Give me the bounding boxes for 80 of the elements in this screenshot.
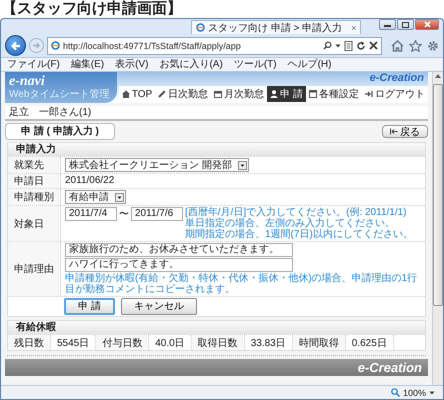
calendar-icon <box>214 90 222 98</box>
menu-item[interactable]: 編集(E) <box>70 58 104 70</box>
address-field[interactable]: http://localhost:49771/TsStaff/Staff/apply/app <box>47 36 382 54</box>
section-header: 有給休暇 <box>8 321 425 334</box>
back-button[interactable]: 戻る <box>382 125 428 138</box>
field-label: 申請日 <box>14 174 44 188</box>
table-header-cell: 残日数 <box>8 335 51 350</box>
date-field[interactable]: 2011/7/6 <box>131 207 183 221</box>
dropdown[interactable]: 株式会社イークリエーション 開発部 <box>65 158 249 172</box>
hint-text: 申請種別が休暇(有給・欠勤・特休・代休・振休・他休)の場合、申請理由の1行目が勤務コメントにコピーされます。 <box>65 273 418 295</box>
brand-logo: e-Creation <box>358 360 422 375</box>
dropdown[interactable]: 有給申請 <box>65 190 126 204</box>
section-header: 申請入力 <box>8 143 425 156</box>
menu-item[interactable]: ツール(T) <box>234 58 277 70</box>
hint-text: [西暦年/月/日]で入力してください。(例: 2011/1/1) <box>185 207 408 218</box>
back-button[interactable] <box>5 35 26 56</box>
menu-item[interactable]: 表示(V) <box>115 58 148 70</box>
minimize-button[interactable] <box>379 19 396 30</box>
table-cell: 0.625日 <box>346 335 394 350</box>
input-field[interactable]: ハワイに行ってきます。 <box>65 258 293 272</box>
cancel-button[interactable]: キャンセル <box>120 298 197 315</box>
stop-icon[interactable] <box>369 41 378 50</box>
caret-icon <box>115 192 124 202</box>
browser-icon <box>196 23 205 32</box>
page-title: 申 請 ( 申請入力 ) <box>5 123 115 140</box>
caret-icon <box>238 160 247 170</box>
minimize-icon <box>384 22 391 27</box>
field-label: 就業先 <box>14 158 44 172</box>
submit-button[interactable]: 申 請 <box>64 298 115 315</box>
nav-tab[interactable]: 日次勤怠 <box>155 86 212 102</box>
input-field[interactable]: 家族旅行のため、お休みさせていただきます。 <box>65 243 293 257</box>
zoom-level[interactable]: 100% <box>402 388 426 398</box>
close-icon <box>424 21 430 28</box>
settings-icon[interactable] <box>427 40 439 52</box>
browser-icon <box>51 41 60 50</box>
page-heading: 【スタッフ向け申請画面】 <box>1 0 183 18</box>
arrow-icon <box>32 41 41 50</box>
nav-tab[interactable]: ログアウト <box>362 86 428 102</box>
arrow-icon <box>10 40 22 52</box>
home-icon[interactable] <box>391 40 404 52</box>
field-value: 2011/06/22 <box>65 175 116 186</box>
table-header-cell: 取得日数 <box>192 335 245 350</box>
up-arrow-icon[interactable] <box>435 74 441 78</box>
table-header-cell: 付与日数 <box>96 335 150 350</box>
nav-tab[interactable]: 各種設定 <box>306 86 362 102</box>
return-icon <box>390 128 398 135</box>
nav-tab[interactable]: 月次勤怠 <box>211 86 268 102</box>
menu-item[interactable]: ファイル(F) <box>7 58 60 70</box>
hint-text: 単日指定の場合、左側のみ入力してください。 <box>185 218 396 229</box>
zoom-icon[interactable] <box>390 388 400 397</box>
menu-item[interactable]: ヘルプ(H) <box>288 58 332 70</box>
refresh-icon[interactable] <box>356 40 366 50</box>
hint-text: 期間指定の場合、1週間(7日)以内にしてください。 <box>185 229 413 240</box>
menu-item[interactable]: お気に入り(A) <box>159 58 223 70</box>
nav-tab[interactable]: TOP <box>118 86 156 102</box>
nav-tab[interactable]: 申 請 <box>267 86 306 102</box>
field-label: 申請理由 <box>14 262 54 276</box>
logo: e-navi Webタイムシート管理 <box>5 72 117 103</box>
person-icon <box>270 90 278 98</box>
tab-close-button[interactable]: × <box>351 22 356 32</box>
field-label: 対象日 <box>14 218 44 230</box>
pencil-icon <box>158 90 166 98</box>
range-separator: 〜 <box>119 208 129 221</box>
caret-icon[interactable] <box>429 390 435 396</box>
home-icon <box>122 90 130 98</box>
maximize-icon <box>402 22 409 28</box>
search-icon[interactable] <box>323 41 332 50</box>
date-field[interactable]: 2011/7/4 <box>65 207 117 221</box>
logout-icon <box>365 90 373 98</box>
maximize-button[interactable] <box>397 19 414 30</box>
window-icon <box>309 90 317 98</box>
table-header-cell: 時間取得 <box>292 335 346 350</box>
brand-logo: e-Creation <box>370 72 425 85</box>
browser-tab[interactable]: スタッフ向け 申請 > 申請入力 × <box>191 20 362 34</box>
scrollbar[interactable] <box>432 72 443 385</box>
user-name: 足立 一郎さん(1) <box>5 106 428 121</box>
star-icon[interactable] <box>409 40 422 52</box>
document-icon[interactable] <box>344 40 353 50</box>
field-label: 申請種別 <box>14 190 54 204</box>
close-button[interactable] <box>415 19 439 30</box>
